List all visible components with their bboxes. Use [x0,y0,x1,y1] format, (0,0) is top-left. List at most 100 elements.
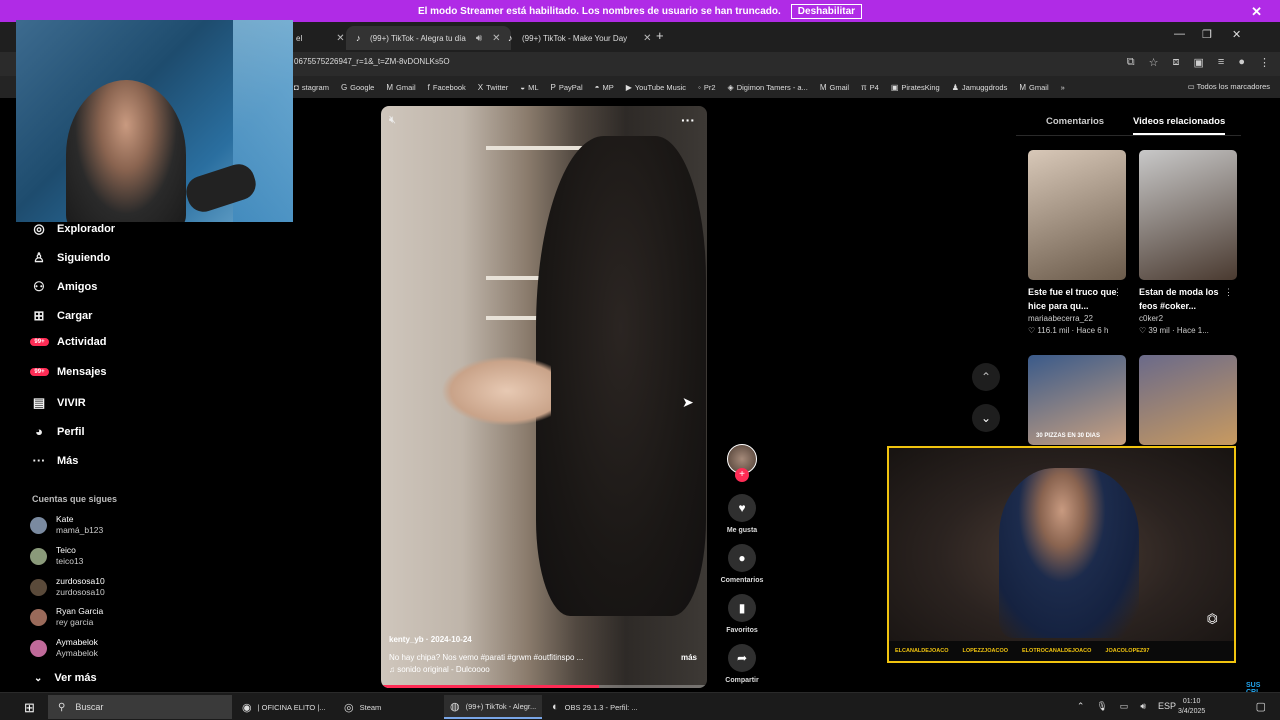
share-button[interactable]: ➦ Compartir [716,644,768,684]
avatar [30,639,47,657]
comments-button[interactable]: ● Comentarios [716,544,768,584]
url-field[interactable]: 0675575226947_r=1&_t=ZM-8vDONLKs5O [294,57,450,66]
bookmark-item[interactable]: ▣ PiratesKing [891,83,940,92]
windows-start-icon[interactable]: ⊞ [24,700,35,716]
all-bookmarks[interactable]: ▭ Todos los marcadores [1188,82,1270,91]
sidebar-item-following[interactable]: ♙ Siguiendo [30,250,110,266]
favorites-button[interactable]: ▮ Favoritos [716,594,768,634]
card-author[interactable]: c0ker2 [1139,314,1237,323]
facebook-icon: f [427,82,430,92]
related-video-card[interactable]: 30 PIZZAS EN 30 DIAS [1028,355,1126,445]
bookmarks-overflow-icon[interactable]: » [1061,83,1065,92]
video-description: No hay chipa? Nos vemo #parati #grwm #ou… [389,653,584,662]
more-link[interactable]: más [681,652,697,664]
sidebar-item-compass[interactable]: ◎ Explorador [30,221,115,237]
following-account[interactable]: Kate mamá_b123 [30,514,103,536]
tab-comments[interactable]: Comentarios [1046,116,1104,127]
video-thumbnail[interactable] [1139,150,1237,280]
video-thumbnail[interactable] [1028,150,1126,280]
sidebar-item-activity[interactable]: 99+ Actividad [30,336,107,348]
window-close-icon[interactable]: ✕ [1232,28,1241,41]
video-thumbnail[interactable] [1028,355,1126,445]
bookmark-item[interactable]: M Gmail [386,83,415,92]
more-icon[interactable]: ⋮ [1113,287,1122,298]
bookmark-item[interactable]: P PayPal [551,83,583,92]
tab-related-videos[interactable]: Videos relacionados [1133,116,1226,135]
profile-icon[interactable]: ● [1238,56,1245,69]
next-video-button[interactable]: ⌄ [972,404,1000,432]
following-account[interactable]: Ryan Garcia rey garcia [30,606,103,628]
following-account[interactable]: Aymabelok Aymabelok [30,637,98,659]
notification-icon[interactable]: ▢ [1256,700,1266,713]
see-more-label: Ver más [54,672,97,684]
video-thumbnail[interactable] [1139,355,1237,445]
bookmark-item[interactable]: ◈ Digimon Tamers - a... [728,83,808,92]
video-sound[interactable]: ♫ sonido original - Dulcoooo [389,664,699,676]
chevron-up-icon[interactable]: ⌃ [1077,701,1085,712]
video-progress-bar[interactable] [381,685,707,688]
sidebar-item-upload[interactable]: ⊞ Cargar [30,308,93,324]
new-tab-icon[interactable]: + [656,28,664,43]
like-button[interactable]: ♥ Me gusta [716,494,768,534]
browser-tab-active[interactable]: ♪ (99+) TikTok - Alegra tu día 🔊︎ ✕ [346,26,511,50]
extension-icon[interactable]: ▣ [1194,56,1204,69]
sidebar-item-friends[interactable]: ⚇ Amigos [30,279,97,295]
mute-icon[interactable]: 🔇︎ [389,114,396,127]
taskbar-app-obs[interactable]: ◐ OBS 29.1.3 - Perfil: ... [546,695,644,719]
app-label: | OFICINA ELITO |... [257,702,326,712]
sidebar-item-live[interactable]: ▤ VIVIR [30,395,86,411]
taskbar-app-chrome[interactable]: ◍ (99+) TikTok - Alegr... [444,695,543,719]
menu-icon[interactable]: ⋮ [1259,56,1270,69]
media-icon[interactable]: ≡ [1218,56,1224,69]
close-icon[interactable]: ✕ [1251,4,1262,20]
extensions-icon[interactable]: ⧈ [1173,56,1180,69]
more-icon[interactable]: ⋮ [1224,287,1233,298]
speaker-icon[interactable]: 🔊︎ [476,33,482,44]
close-icon[interactable]: ✕ [643,33,651,44]
bookmark-item[interactable]: ▶ YouTube Music [626,83,686,92]
bookmark-item[interactable]: ◘ stagram [294,83,329,92]
sidebar-item-more[interactable]: ··· Más [30,453,79,468]
more-options-icon[interactable]: ··· [681,112,695,128]
language-indicator[interactable]: ESP [1158,701,1176,712]
bookmark-item[interactable]: ◦ Pr2 [698,83,716,92]
restore-icon[interactable]: ❐ [1202,28,1212,41]
bookmark-item[interactable]: X Twitter [478,83,508,92]
close-icon[interactable]: ✕ [336,33,344,44]
following-account[interactable]: zurdososa10 zurdososa10 [30,576,105,598]
browser-tab[interactable]: ♪ (99+) TikTok - Make Your Day ✕ [498,26,662,50]
bookmark-item[interactable]: ◒ ML [520,83,538,92]
volume-icon[interactable]: 🔊︎ [1140,701,1146,712]
previous-video-button[interactable]: ⌃ [972,363,1000,391]
browser-tab[interactable]: el ✕ [286,26,355,50]
app-label: Steam [359,702,382,712]
bookmark-item[interactable]: ♟ Jamuggdrods [952,83,1008,92]
sidebar-item-messages[interactable]: 99+ Mensajes [30,366,107,378]
following-account[interactable]: Teico teico13 [30,545,83,567]
taskbar-clock[interactable]: 01:10 3/4/2025 [1178,697,1205,717]
bookmark-item[interactable]: M Gmail [820,83,849,92]
video-player[interactable]: 🔇︎ ··· kenty_yb · 2024-10-24 No hay chip… [381,106,707,688]
related-video-card[interactable] [1139,355,1237,445]
see-more-button[interactable]: ⌄ Ver más [34,672,97,684]
video-author-date[interactable]: kenty_yb · 2024-10-24 [389,634,699,646]
bookmark-item[interactable]: ◓ MP [595,83,614,92]
related-video-card[interactable]: Este fue el truco que hice para qu... ma… [1028,150,1126,335]
bookmark-star-icon[interactable]: ☆ [1149,56,1159,69]
card-author[interactable]: mariaabecerra_22 [1028,314,1126,323]
minimize-icon[interactable]: — [1174,28,1185,40]
follow-plus-icon[interactable]: + [735,468,749,482]
bookmark-item[interactable]: π P4 [861,83,879,92]
bookmark-item[interactable]: f Facebook [428,83,466,92]
taskbar-app-discord[interactable]: ◉ | OFICINA ELITO |... [236,695,332,719]
disable-button[interactable]: Deshabilitar [790,3,863,19]
related-video-card[interactable]: Estan de moda los feos #coker... c0ker2 … [1139,150,1237,335]
monitor-icon[interactable]: ▭ [1120,701,1129,712]
bookmark-item[interactable]: M Gmail [1019,83,1048,92]
microphone-icon[interactable]: 🎙︎ [1096,701,1107,712]
bookmark-item[interactable]: G Google [341,83,374,92]
sidebar-item-profile[interactable]: ◕ Perfil [30,424,84,439]
cast-icon[interactable]: ⧉ [1127,56,1135,69]
taskbar-search[interactable]: ⚲ Buscar [48,695,232,719]
taskbar-app-steam[interactable]: ◎ Steam [338,695,387,719]
